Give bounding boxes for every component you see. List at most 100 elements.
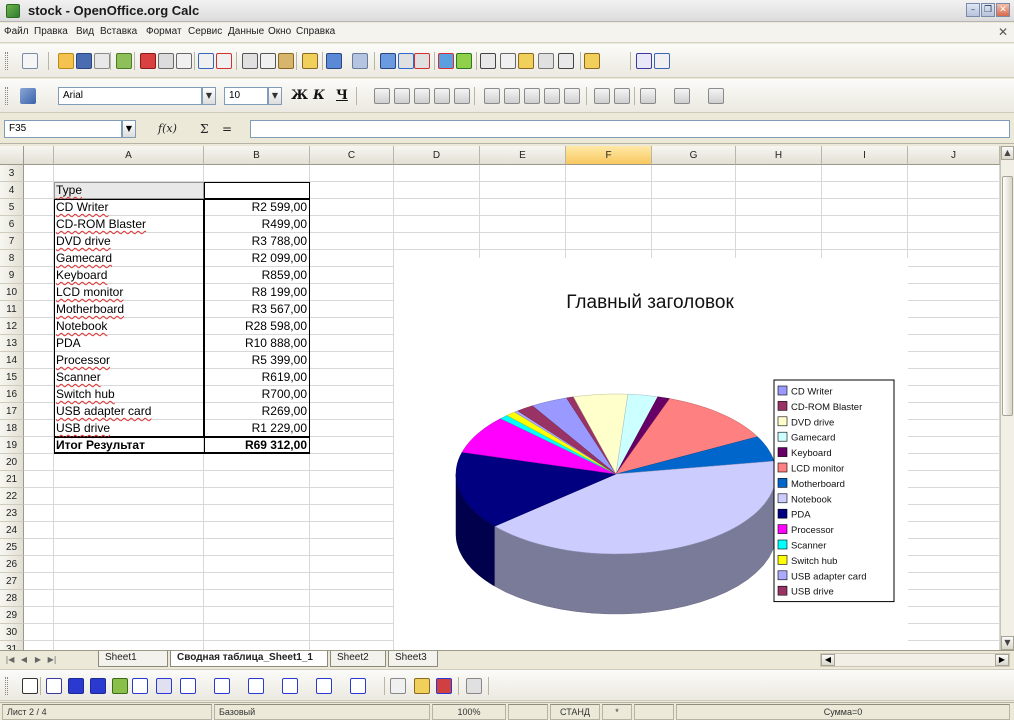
sheet-tab-0[interactable]: Sheet1 bbox=[98, 651, 168, 667]
row-header[interactable]: 24 bbox=[0, 522, 24, 539]
pivot-header-type[interactable]: Type bbox=[56, 182, 82, 199]
row-header[interactable]: 16 bbox=[0, 386, 24, 403]
pivot-total-label[interactable]: Итог Результат bbox=[56, 437, 145, 454]
status-zoom[interactable]: 100% bbox=[432, 704, 506, 720]
row-header[interactable]: 26 bbox=[0, 556, 24, 573]
name-box-dropdown[interactable]: ▼ bbox=[122, 120, 136, 138]
pivot-type-cell[interactable]: Motherboard bbox=[56, 301, 124, 318]
status-page-style[interactable]: Базовый bbox=[214, 704, 430, 720]
pivot-type-cell[interactable]: CD-ROM Blaster bbox=[56, 216, 146, 233]
menu-item-4[interactable]: Формат bbox=[146, 26, 182, 37]
align-right-icon[interactable] bbox=[414, 88, 430, 104]
column-header-i[interactable]: I bbox=[822, 146, 908, 165]
select-arrow-icon[interactable] bbox=[22, 678, 38, 694]
callout-icon[interactable] bbox=[156, 678, 172, 694]
pivot-type-cell[interactable]: Switch hub bbox=[56, 386, 115, 403]
pivot-value-cell[interactable]: R3 567,00 bbox=[204, 301, 307, 318]
toolbar-grip[interactable] bbox=[5, 52, 8, 70]
save-icon[interactable] bbox=[76, 53, 92, 69]
flowchart-icon[interactable] bbox=[282, 678, 298, 694]
autospell-icon[interactable] bbox=[216, 53, 232, 69]
row-header[interactable]: 15 bbox=[0, 369, 24, 386]
open-icon[interactable] bbox=[58, 53, 74, 69]
freeform-icon[interactable] bbox=[112, 678, 128, 694]
merge-cells-icon[interactable] bbox=[454, 88, 470, 104]
pivot-type-cell[interactable]: LCD monitor bbox=[56, 284, 123, 301]
toolbar-grip[interactable] bbox=[5, 677, 8, 695]
pivot-value-cell[interactable]: R2 599,00 bbox=[204, 199, 307, 216]
column-header-b[interactable]: B bbox=[204, 146, 310, 165]
page-preview-icon[interactable] bbox=[176, 53, 192, 69]
row-header[interactable]: 10 bbox=[0, 284, 24, 301]
row-header[interactable]: 22 bbox=[0, 488, 24, 505]
fontwork-icon[interactable] bbox=[414, 678, 430, 694]
copy-icon[interactable] bbox=[260, 53, 276, 69]
row-header[interactable]: 8 bbox=[0, 250, 24, 267]
insert-chart-icon[interactable] bbox=[438, 53, 454, 69]
pivot-type-cell[interactable]: Keyboard bbox=[56, 267, 107, 284]
row-header[interactable]: 17 bbox=[0, 403, 24, 420]
row-header[interactable]: 12 bbox=[0, 318, 24, 335]
autofilter-icon[interactable] bbox=[456, 53, 472, 69]
pivot-type-cell[interactable]: CD Writer bbox=[56, 199, 108, 216]
pivot-value-cell[interactable]: R3 788,00 bbox=[204, 233, 307, 250]
more-toolbar-icon[interactable] bbox=[654, 53, 670, 69]
scroll-down-icon[interactable]: ▼ bbox=[1001, 636, 1014, 650]
sort-asc-icon[interactable] bbox=[398, 53, 414, 69]
font-name-dropdown[interactable]: ▼ bbox=[202, 87, 216, 105]
menu-item-0[interactable]: Файл bbox=[4, 26, 29, 37]
row-header[interactable]: 30 bbox=[0, 624, 24, 641]
sort-desc-icon[interactable] bbox=[414, 53, 430, 69]
row-header[interactable]: 29 bbox=[0, 607, 24, 624]
extrusion-icon[interactable] bbox=[466, 678, 482, 694]
font-color-icon[interactable] bbox=[708, 88, 724, 104]
chart-legend[interactable]: CD Writer CD-ROM Blaster DVD drive Gamecard… bbox=[773, 379, 895, 603]
row-header[interactable]: 6 bbox=[0, 216, 24, 233]
styles-icon[interactable] bbox=[20, 88, 36, 104]
points-icon[interactable] bbox=[390, 678, 406, 694]
row-header[interactable]: 19 bbox=[0, 437, 24, 454]
pivot-value-cell[interactable]: R10 888,00 bbox=[204, 335, 307, 352]
row-header[interactable]: 13 bbox=[0, 335, 24, 352]
stars-icon[interactable] bbox=[350, 678, 366, 694]
ellipse-icon[interactable] bbox=[90, 678, 106, 694]
sheet-tab-2[interactable]: Sheet2 bbox=[330, 651, 386, 667]
pivot-type-cell[interactable]: USB drive bbox=[56, 420, 110, 437]
underline-button[interactable]: Ч bbox=[336, 88, 348, 103]
row-header[interactable]: 23 bbox=[0, 505, 24, 522]
remove-decimal-icon[interactable] bbox=[564, 88, 580, 104]
column-header-f[interactable]: F bbox=[566, 146, 652, 165]
pivot-value-cell[interactable]: R2 099,00 bbox=[204, 250, 307, 267]
menu-item-5[interactable]: Сервис bbox=[188, 26, 222, 37]
symbol-shapes-icon[interactable] bbox=[214, 678, 230, 694]
pivot-type-cell[interactable]: Notebook bbox=[56, 318, 107, 335]
pivot-value-cell[interactable]: R859,00 bbox=[204, 267, 307, 284]
pie-chart[interactable]: Главный заголовок CD Writer CD-ROM Blaster… bbox=[394, 258, 908, 650]
menu-item-1[interactable]: Правка bbox=[34, 26, 68, 37]
chart-title[interactable]: Главный заголовок bbox=[566, 292, 734, 313]
formula-input[interactable] bbox=[250, 120, 1010, 138]
format-paintbrush-icon[interactable] bbox=[302, 53, 318, 69]
email-icon[interactable] bbox=[94, 53, 110, 69]
bold-button[interactable]: Ж bbox=[291, 88, 308, 103]
pivot-type-cell[interactable]: Gamecard bbox=[56, 250, 112, 267]
row-header[interactable]: 3 bbox=[0, 165, 24, 182]
callouts-icon[interactable] bbox=[316, 678, 332, 694]
basic-shapes-icon[interactable] bbox=[180, 678, 196, 694]
cut-icon[interactable] bbox=[242, 53, 258, 69]
last-sheet-icon[interactable]: ▶| bbox=[46, 654, 58, 666]
row-header[interactable]: 20 bbox=[0, 454, 24, 471]
status-selection-mode[interactable]: СТАНД bbox=[550, 704, 600, 720]
pivot-value-cell[interactable]: R619,00 bbox=[204, 369, 307, 386]
undo-icon[interactable] bbox=[326, 53, 342, 69]
gallery-icon[interactable] bbox=[518, 53, 534, 69]
rectangle-icon[interactable] bbox=[68, 678, 84, 694]
first-sheet-icon[interactable]: |◀ bbox=[4, 654, 16, 666]
print-icon[interactable] bbox=[158, 53, 174, 69]
column-header-e[interactable]: E bbox=[480, 146, 566, 165]
row-header[interactable]: 27 bbox=[0, 573, 24, 590]
add-decimal-icon[interactable] bbox=[544, 88, 560, 104]
pivot-value-cell[interactable]: R28 598,00 bbox=[204, 318, 307, 335]
navigator-icon[interactable] bbox=[500, 53, 516, 69]
column-header-a[interactable]: A bbox=[54, 146, 204, 165]
